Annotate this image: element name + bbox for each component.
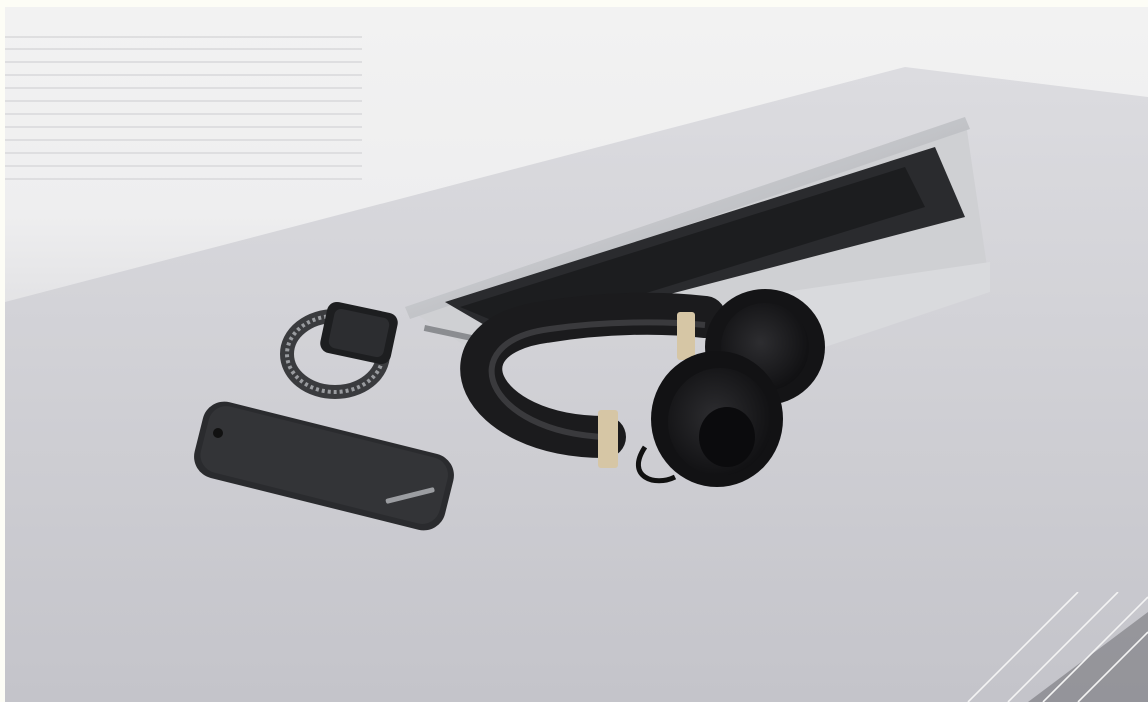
diagonal-lines-decoration [967,592,1148,702]
hero-photo [5,7,1148,702]
horizontal-lines-decoration [5,36,362,180]
